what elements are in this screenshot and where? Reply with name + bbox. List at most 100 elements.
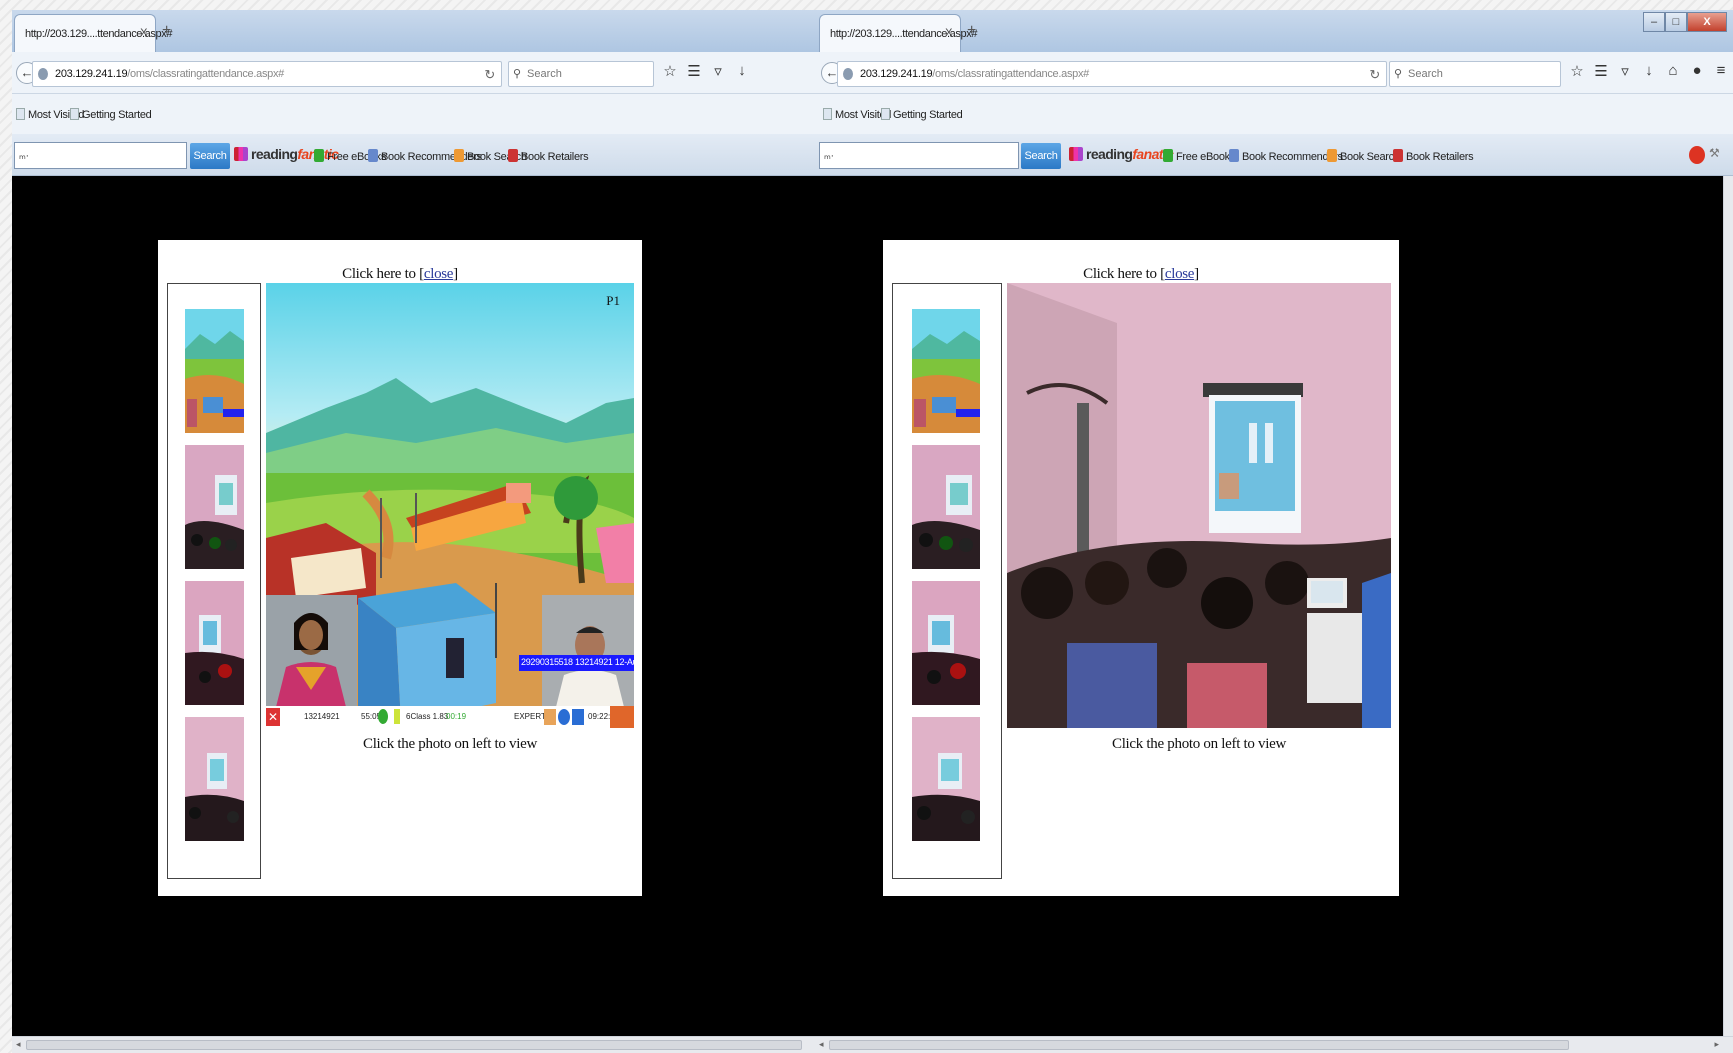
thumbnail-2-image xyxy=(912,445,980,569)
browser-window-left: http://203.129....ttendance.aspx# X + ← … xyxy=(12,10,817,1053)
book-search-icon xyxy=(454,149,464,162)
toolbar-search-input[interactable]: ₘ· xyxy=(819,142,1019,169)
download-icon[interactable]: ↓ xyxy=(734,62,750,84)
reload-icon[interactable]: ↻ xyxy=(484,67,495,83)
page-content: Click here to [close] xyxy=(817,176,1733,1053)
tab-close-icon[interactable]: X xyxy=(140,27,147,39)
toolbar-book-retailers[interactable]: Book Retailers xyxy=(1393,149,1474,163)
tools-icon[interactable]: ⚒ xyxy=(1709,146,1720,160)
toolbar-book-recommenders[interactable]: Book Recommenders xyxy=(1229,149,1343,163)
url-path: /oms/classratingattendance.aspx# xyxy=(932,68,1089,80)
main-photo xyxy=(1007,283,1391,728)
pocket-icon[interactable]: ▿ xyxy=(1617,62,1633,84)
search-bar[interactable]: ⚲ Search xyxy=(1389,61,1561,87)
url-bar[interactable]: 203.129.241.19/oms/classratingattendance… xyxy=(32,61,502,87)
view-instruction: Click the photo on left to view xyxy=(1111,736,1286,752)
session-id: 13214921 xyxy=(304,712,340,721)
vertical-scrollbar[interactable] xyxy=(1723,176,1733,1036)
close-link[interactable]: close xyxy=(1165,266,1195,282)
thumbnail-3[interactable] xyxy=(912,581,980,705)
reading-fanatic-toolbar: ₘ· Search readingfanatic Free eBooks Boo… xyxy=(12,134,817,176)
thumbnail-4[interactable] xyxy=(912,717,980,841)
tab-close-icon[interactable]: X xyxy=(945,27,952,39)
reading-list-icon[interactable]: ☰ xyxy=(1593,62,1609,84)
horizontal-scrollbar[interactable]: ◂ ▸ xyxy=(817,1036,1733,1053)
new-tab-button[interactable]: + xyxy=(967,22,976,40)
bookmark-page-icon xyxy=(70,108,79,120)
bookmark-getting-started[interactable]: Getting Started xyxy=(70,108,152,121)
classroom-photo xyxy=(1007,283,1391,728)
page-content: Click here to [close] xyxy=(12,176,817,1053)
scroll-right-icon[interactable]: ▸ xyxy=(1714,1039,1719,1050)
toolbar-book-retailers[interactable]: Book Retailers xyxy=(508,149,589,163)
thumbnail-3-image xyxy=(912,581,980,705)
browser-window-right: http://203.129....ttendance.aspx# X + – … xyxy=(817,10,1733,1053)
url-host: 203.129.241.19 xyxy=(55,68,128,80)
star-icon[interactable]: ☆ xyxy=(662,62,678,84)
photo-viewer-modal: Click here to [close] xyxy=(158,240,642,896)
minimize-icon[interactable]: – xyxy=(1643,12,1665,32)
scroll-thumb[interactable] xyxy=(829,1040,1569,1050)
bookmark-page-icon xyxy=(881,108,890,120)
star-icon[interactable]: ☆ xyxy=(1569,62,1585,84)
download-icon[interactable]: ↓ xyxy=(1641,62,1657,84)
nav-icons: ☆ ☰ ▿ ↓ ⌂ ● ≡ xyxy=(1569,62,1729,84)
thumbnail-1-image xyxy=(912,309,980,433)
tab-strip: http://203.129....ttendance.aspx# X + – … xyxy=(817,10,1733,52)
toolbar-search-button[interactable]: Search xyxy=(190,143,230,169)
scroll-thumb[interactable] xyxy=(26,1040,802,1050)
scroll-left-icon[interactable]: ◂ xyxy=(16,1039,21,1050)
bookmark-folder-icon xyxy=(823,108,832,120)
thumbnail-4-image xyxy=(912,717,980,841)
search-bar[interactable]: ⚲ Search xyxy=(508,61,654,87)
level-label: EXPERT xyxy=(514,712,546,721)
url-bar[interactable]: 203.129.241.19/oms/classratingattendance… xyxy=(837,61,1387,87)
student-video-feed xyxy=(266,595,357,707)
reading-fanatic-logo[interactable]: readingfanatic xyxy=(1069,146,1174,162)
close-link[interactable]: close xyxy=(424,266,454,282)
toolbar-search-input[interactable]: ₘ· xyxy=(14,142,187,169)
cart-icon xyxy=(508,149,518,162)
thumbnail-3[interactable] xyxy=(185,581,244,705)
new-tab-button[interactable]: + xyxy=(162,22,171,40)
globe-icon xyxy=(378,709,388,724)
reading-list-icon[interactable]: ☰ xyxy=(686,62,702,84)
pocket-icon[interactable]: ▿ xyxy=(710,62,726,84)
site-identity-icon[interactable] xyxy=(843,68,853,80)
addon-icon[interactable] xyxy=(1689,146,1705,164)
horizontal-scrollbar[interactable]: ◂ xyxy=(12,1036,817,1053)
session-status-bar: ✕ 13214921 55:05 6Class 1.83 00:19 EXPER… xyxy=(266,706,634,728)
thumbnail-2[interactable] xyxy=(912,445,980,569)
search-placeholder: Search xyxy=(1408,68,1443,80)
window-close-icon[interactable]: X xyxy=(1687,12,1727,32)
toolbar-book-search[interactable]: Book Search xyxy=(1327,149,1400,163)
maximize-icon[interactable]: □ xyxy=(1665,12,1687,32)
thumbnail-1[interactable] xyxy=(912,309,980,433)
thumbnail-2[interactable] xyxy=(185,445,244,569)
bookmark-getting-started[interactable]: Getting Started xyxy=(881,108,963,121)
chat-icon[interactable]: ● xyxy=(1689,62,1705,84)
toolbar-search-button[interactable]: Search xyxy=(1021,143,1061,169)
menu-icon[interactable]: ≡ xyxy=(1713,62,1729,84)
search-icon: ⚲ xyxy=(1394,68,1403,80)
folder-icon[interactable] xyxy=(544,709,556,725)
toolbar-free-ebooks[interactable]: Free eBooks xyxy=(1163,149,1235,163)
class-score: 00:19 xyxy=(446,712,467,721)
thumbnail-4[interactable] xyxy=(185,717,244,841)
browser-tab[interactable]: http://203.129....ttendance.aspx# X xyxy=(819,14,977,52)
teacher-figure xyxy=(542,595,634,707)
thumbnail-1[interactable] xyxy=(185,309,244,433)
reading-fanatic-toolbar: ₘ· Search readingfanatic Free eBooks Boo… xyxy=(817,134,1733,176)
close-session-icon[interactable]: ✕ xyxy=(266,708,280,726)
recommend-icon xyxy=(368,149,378,162)
books-icon xyxy=(234,147,248,161)
home-icon[interactable]: ⌂ xyxy=(1665,62,1681,84)
scroll-left-icon[interactable]: ◂ xyxy=(819,1039,824,1050)
site-identity-icon[interactable] xyxy=(38,68,48,80)
info-icon[interactable] xyxy=(558,709,570,725)
nav-bar: ← 203.129.241.19/oms/classratingattendan… xyxy=(817,52,1733,94)
books-icon xyxy=(1069,147,1083,161)
reload-icon[interactable]: ↻ xyxy=(1369,67,1380,83)
chat-icon[interactable] xyxy=(572,709,584,725)
browser-tab[interactable]: http://203.129....ttendance.aspx# X xyxy=(14,14,172,52)
